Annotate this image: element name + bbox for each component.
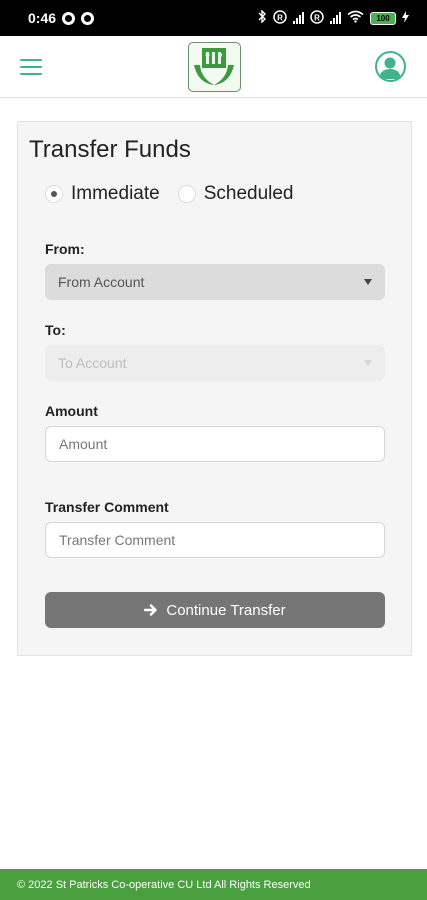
- arrow-right-icon: [144, 603, 158, 617]
- to-account-select[interactable]: To Account: [45, 345, 385, 381]
- status-right: R R 100: [258, 9, 409, 27]
- chevron-down-icon: [364, 279, 372, 285]
- to-account-value: To Account: [58, 355, 127, 371]
- r-badge-icon-2: R: [310, 9, 324, 27]
- signal-icon-2: [330, 12, 341, 24]
- chevron-down-icon: [364, 360, 372, 366]
- radio-immediate[interactable]: Immediate: [45, 183, 160, 205]
- transfer-comment-input[interactable]: [45, 522, 385, 558]
- to-label: To:: [45, 322, 66, 338]
- app-header: [0, 36, 427, 98]
- from-account-value: From Account: [58, 274, 145, 290]
- amount-label: Amount: [45, 403, 98, 419]
- continue-transfer-label: Continue Transfer: [166, 601, 286, 619]
- transfer-funds-card: Transfer Funds Immediate Scheduled From:…: [17, 121, 412, 656]
- hamburger-icon[interactable]: [20, 59, 42, 75]
- radio-checked-icon[interactable]: [45, 185, 63, 203]
- r-badge-icon: R: [273, 9, 287, 27]
- notification-icon-2: [81, 11, 95, 25]
- from-label: From:: [45, 241, 85, 257]
- radio-label-immediate: Immediate: [71, 183, 160, 204]
- wifi-icon: [347, 10, 364, 26]
- from-account-select[interactable]: From Account: [45, 264, 385, 300]
- status-left: 0:46: [28, 10, 95, 26]
- radio-unchecked-icon[interactable]: [177, 185, 196, 203]
- radio-label-scheduled: Scheduled: [203, 183, 294, 204]
- footer: © 2022 St Patricks Co-operative CU Ltd A…: [0, 869, 427, 900]
- amount-input[interactable]: [45, 426, 385, 462]
- svg-text:R: R: [277, 13, 283, 22]
- copyright-text: © 2022 St Patricks Co-operative CU Ltd A…: [17, 878, 311, 891]
- status-bar: 0:46 R R 100: [0, 0, 427, 36]
- transfer-type-group: Immediate Scheduled: [45, 183, 294, 205]
- transfer-comment-label: Transfer Comment: [45, 499, 169, 515]
- svg-text:R: R: [314, 13, 320, 22]
- credit-union-logo: [188, 42, 241, 92]
- battery-icon: 100: [370, 11, 396, 25]
- notification-icon: [62, 11, 76, 25]
- bluetooth-icon: [258, 9, 267, 26]
- status-time: 0:46: [28, 10, 57, 26]
- user-avatar-icon[interactable]: [375, 51, 406, 82]
- radio-scheduled[interactable]: Scheduled: [177, 183, 294, 205]
- continue-transfer-button[interactable]: Continue Transfer: [45, 592, 385, 628]
- charging-icon: [402, 10, 409, 26]
- signal-icon: [293, 12, 304, 24]
- page-title: Transfer Funds: [29, 136, 191, 163]
